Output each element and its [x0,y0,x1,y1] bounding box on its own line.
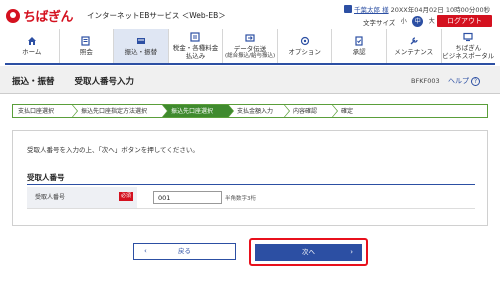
step-label: 支払金額入力 [237,108,274,115]
service-name: インターネットEBサービス ＜Web-EB＞ [87,11,226,20]
portal-icon [463,32,473,42]
user-name-link[interactable]: 千葉太郎 様 [354,4,389,14]
user-area: 千葉太郎 様 20XX年04月02日 10時00分00秒 [344,4,490,14]
global-nav: ホーム 照会 振込・振替 税金・各種料金 払込み データ伝送 (総合振込/給与振… [5,29,495,65]
step-item-current: 振込先口座選択 [162,104,234,118]
next-button-label: 次へ [302,248,315,256]
screen-id: BFKF003 [411,77,440,85]
logo-text: ちばぎん [23,10,74,25]
help-label: ヘルプ [448,77,469,85]
chevron-left-icon: ‹ [144,247,147,255]
nav-item-approval[interactable]: 承認 [332,29,387,63]
nav-item-business-portal[interactable]: ちばぎん ビジネスポータル [442,29,496,63]
tax-payment-icon [190,32,201,42]
chevron-right-icon: › [350,248,353,256]
page-category: 振込・振替 [12,77,55,87]
chibagin-logo: ちばぎん [6,6,74,25]
nav-item-label: オプション [288,47,321,56]
font-size-label: 文字サイズ [363,18,396,27]
nav-item-maintenance[interactable]: メンテナンス [387,29,442,63]
nav-item-tax-payment[interactable]: 税金・各種料金 払込み [169,29,224,63]
next-button[interactable]: 次へ › [255,244,362,261]
section-title: 受取人番号 [27,173,65,182]
login-time: 20XX年04月02日 10時00分00秒 [390,6,491,14]
progress-steps: 支払口座選択 振込先口座指定方法選択 振込先口座選択 支払金額入力 内容確認 確… [12,104,488,118]
nav-item-label: ホーム [22,47,42,56]
step-label: 確定 [341,108,354,115]
step-label: 支払口座選択 [18,108,55,115]
user-icon [344,5,352,13]
data-transmission-icon [245,34,255,42]
help-question-icon: ? [471,76,480,86]
nav-item-inquiry[interactable]: 照会 [60,29,115,63]
nav-item-label: 照会 [79,47,93,56]
logo-mark-icon [6,8,20,23]
logout-button[interactable]: ログアウト [437,15,492,27]
page-title-bar: 振込・振替 受取人番号入力 BFKF003 ヘルプ ? [0,66,500,94]
nav-item-home[interactable]: ホーム [5,29,60,63]
nav-item-label: 承認 [352,47,366,56]
section-divider [27,184,475,185]
font-size-switcher: 文字サイズ 小 中 大 [363,16,437,27]
page-title: 振込・振替 受取人番号入力 [12,75,134,87]
nav-item-label-line1: データ伝送 [233,44,267,53]
nav-item-label: 振込・振替 [124,47,158,56]
step-item: 支払金額入力 [228,104,290,118]
step-item: 振込先口座指定方法選択 [72,104,168,118]
step-label: 振込先口座指定方法選択 [81,108,148,115]
font-size-small-button[interactable]: 小 [398,16,409,27]
recipient-number-input[interactable] [153,191,222,204]
home-icon [27,36,36,45]
step-label: 振込先口座選択 [171,108,214,115]
option-icon [300,36,309,45]
nav-item-label-line2: ビジネスポータル [442,51,495,60]
font-size-medium-button[interactable]: 中 [412,16,424,27]
step-item: 確定 [332,104,488,118]
back-button[interactable]: ‹ 戻る [133,243,236,260]
page-title-text: 受取人番号入力 [74,77,134,87]
next-button-highlight: 次へ › [249,238,368,266]
nav-item-data-transmission[interactable]: データ伝送 (総合振込/給与振込) [223,29,278,63]
header: ちばぎん インターネットEBサービス ＜Web-EB＞ 千葉太郎 様 20XX年… [0,0,500,28]
instruction-text: 受取人番号を入力の上、「次へ」ボタンを押してください。 [27,146,199,154]
nav-item-option[interactable]: オプション [278,29,333,63]
back-button-label: 戻る [178,247,191,255]
step-label: 内容確認 [293,108,318,115]
form-row-recipient-number: 受取人番号 必須 半角数字3桁 [27,187,475,209]
inquiry-icon [81,36,90,46]
font-size-large-button[interactable]: 大 [426,16,437,27]
nav-item-transfer[interactable]: 振込・振替 [114,29,169,63]
help-link[interactable]: ヘルプ ? [448,76,480,86]
field-hint: 半角数字3桁 [225,196,256,202]
main-panel: 受取人番号を入力の上、「次へ」ボタンを押してください。 受取人番号 受取人番号 … [12,130,488,226]
transfer-icon [136,37,145,44]
nav-item-label: メンテナンス [394,47,434,56]
nav-item-label-line2: 払込み [185,51,206,60]
required-badge: 必須 [119,192,133,201]
approval-icon [355,36,363,46]
nav-item-label-line2: (総合振込/給与振込) [224,53,276,60]
step-item: 支払口座選択 [12,104,78,118]
maintenance-icon [410,37,418,45]
step-item: 内容確認 [284,104,338,118]
